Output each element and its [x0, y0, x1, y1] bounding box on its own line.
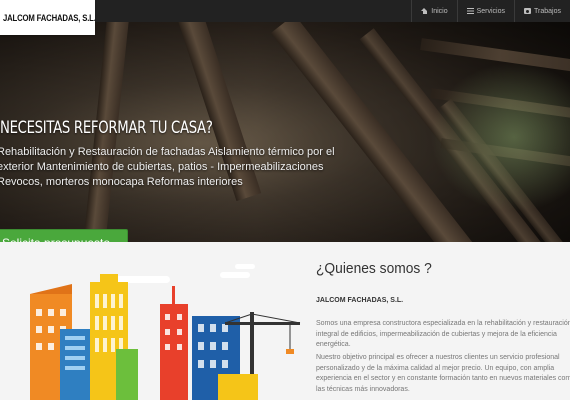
nav-item-label: Inicio: [431, 7, 448, 15]
brand-name: JALCOM FACHADAS, S.L.: [3, 12, 96, 23]
list-icon: [466, 8, 474, 14]
about-paragraph: Nuestro objetivo principal es ofrecer a …: [316, 354, 570, 393]
about-section: ¿Quienes somos ? JALCOM FACHADAS, S.L. S…: [0, 242, 570, 400]
brand-logo[interactable]: JALCOM FACHADAS, S.L.: [0, 0, 96, 35]
hero-slider: NECESITAS REFORMAR TU CASA? Rehabilitaci…: [0, 22, 570, 242]
nav-item-label: Trabajos: [534, 7, 561, 15]
camera-icon: [524, 8, 532, 14]
hero-description: Rehabilitación y Restauración de fachada…: [0, 146, 335, 188]
nav-links: Inicio Servicios Trabajos: [411, 0, 570, 22]
about-title: ¿Quienes somos ?: [316, 260, 432, 277]
nav-item-trabajos[interactable]: Trabajos: [515, 0, 570, 22]
top-navbar: JALCOM FACHADAS, S.L. Inicio Servicios T…: [0, 0, 570, 35]
about-paragraph: Somos una empresa constructora especiali…: [316, 320, 570, 348]
city-construction-illustration: [30, 264, 301, 400]
nav-item-inicio[interactable]: Inicio: [412, 0, 456, 22]
company-name: JALCOM FACHADAS, S.L.: [316, 297, 404, 304]
nav-item-servicios[interactable]: Servicios: [458, 0, 514, 22]
hero-title: NECESITAS REFORMAR TU CASA?: [0, 118, 213, 138]
window-light: [430, 62, 570, 212]
nav-item-label: Servicios: [476, 7, 506, 15]
home-icon: [421, 8, 428, 14]
request-quote-button[interactable]: Solicita presupuesto: [0, 229, 128, 242]
